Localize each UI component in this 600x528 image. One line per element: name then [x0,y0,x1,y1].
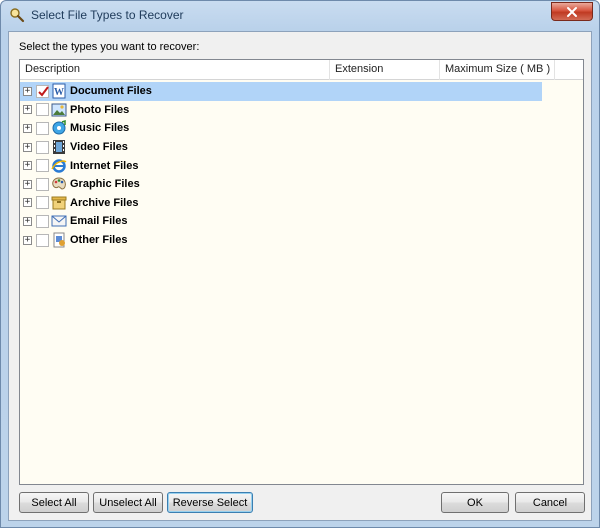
list-item-label: Graphic Files [70,178,140,191]
row-checkbox[interactable] [36,233,49,247]
row-checkbox[interactable] [36,177,49,191]
envelope-icon [51,213,67,229]
list-item-label: Email Files [70,215,128,228]
expand-plus-icon[interactable]: + [23,216,32,226]
row-checkbox[interactable] [36,84,49,98]
magnifier-recover-icon [9,7,25,23]
file-type-list[interactable]: Description Extension Maximum Size ( MB … [19,59,584,485]
list-item[interactable]: + Music Files [20,119,542,138]
list-item-label: Document Files [70,85,152,98]
select-all-button[interactable]: Select All [19,492,89,513]
list-item[interactable]: + W Document Files [20,82,542,101]
row-checkbox[interactable] [36,159,49,173]
expand-plus-icon[interactable]: + [23,142,32,152]
column-header-max-size[interactable]: Maximum Size ( MB ) [440,60,555,80]
dialog-body: Select the types you want to recover: De… [8,31,592,521]
expand-plus-icon[interactable]: + [23,86,32,96]
archive-icon [51,195,67,211]
list-header: Description Extension Maximum Size ( MB … [20,60,583,80]
list-item[interactable]: + Photo Files [20,101,542,120]
column-header-filler [555,60,583,80]
row-checkbox[interactable] [36,121,49,135]
list-item[interactable]: + Graphic Files [20,175,542,194]
row-checkbox[interactable] [36,214,49,228]
list-item[interactable]: + Internet Files [20,156,542,175]
photo-icon [51,102,67,118]
list-item-label: Internet Files [70,159,139,172]
close-button[interactable] [551,2,593,21]
list-item-label: Archive Files [70,196,139,209]
svg-text:W: W [54,87,64,98]
list-item-label: Other Files [70,234,128,247]
cancel-button[interactable]: Cancel [515,492,585,513]
list-item[interactable]: + Email Files [20,212,542,231]
row-checkbox[interactable] [36,103,49,117]
expand-plus-icon[interactable]: + [23,161,32,171]
dialog-window: Select File Types to Recover Select the … [0,0,600,528]
list-item-label: Video Files [70,141,128,154]
list-item-label: Music Files [70,122,130,135]
title-bar[interactable]: Select File Types to Recover [1,1,599,31]
expand-plus-icon[interactable]: + [23,235,32,245]
check-mark-icon [38,86,49,97]
column-header-description[interactable]: Description [20,60,330,80]
file-type-rows: + W Document Files + Photo Files + Music Files… [20,82,583,249]
list-item-label: Photo Files [70,103,130,116]
other-files-icon [51,232,67,248]
unselect-all-button[interactable]: Unselect All [93,492,163,513]
window-title: Select File Types to Recover [31,8,184,22]
expand-plus-icon[interactable]: + [23,123,32,133]
list-item[interactable]: + Other Files [20,231,542,250]
expand-plus-icon[interactable]: + [23,179,32,189]
word-document-icon: W [51,83,67,99]
instruction-text: Select the types you want to recover: [19,41,200,53]
reverse-select-button[interactable]: Reverse Select [167,492,253,513]
ok-button[interactable]: OK [441,492,509,513]
expand-plus-icon[interactable]: + [23,198,32,208]
paint-palette-icon [51,176,67,192]
row-checkbox[interactable] [36,196,49,210]
expand-plus-icon[interactable]: + [23,105,32,115]
list-item[interactable]: + Video Files [20,138,542,157]
film-icon [51,139,67,155]
row-checkbox[interactable] [36,140,49,154]
internet-explorer-icon [51,158,67,174]
column-header-extension[interactable]: Extension [330,60,440,80]
list-item[interactable]: + Archive Files [20,194,542,213]
close-icon [567,6,577,17]
music-icon [51,120,67,136]
